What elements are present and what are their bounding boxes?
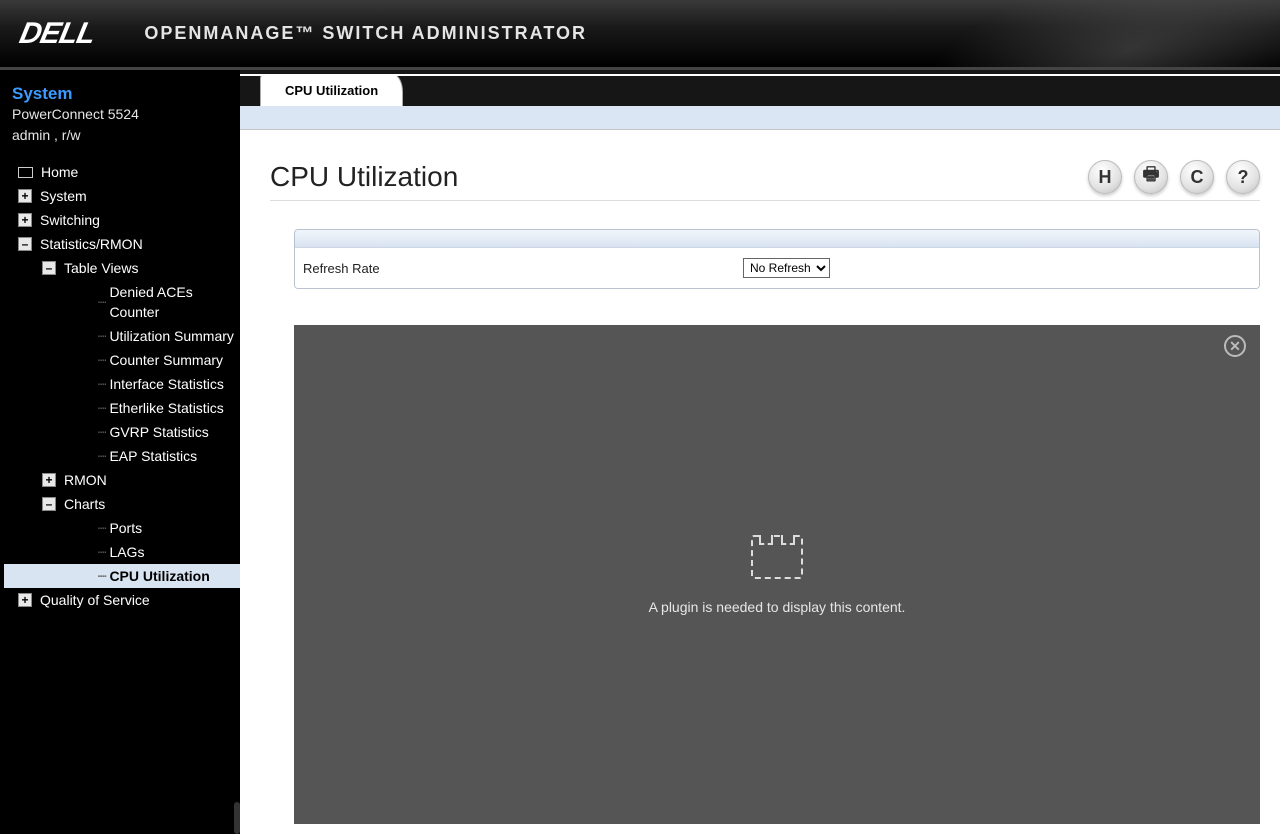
tree-connector: ┈: [98, 374, 105, 394]
sidebar-resizer[interactable]: [234, 802, 240, 834]
toolbar: H 🖶 C ?: [1088, 160, 1260, 194]
sidebar-header: System PowerConnect 5524 admin , r/w: [0, 80, 240, 156]
tree-connector: ┈: [98, 422, 105, 442]
user-role: admin , r/w: [12, 125, 228, 146]
device-model: PowerConnect 5524: [12, 104, 228, 125]
app-header: DELL OPENMANAGE™ SWITCH ADMINISTRATOR: [0, 0, 1280, 70]
help-button[interactable]: ?: [1226, 160, 1260, 194]
save-icon: H: [1099, 167, 1112, 188]
sidebar: System PowerConnect 5524 admin , r/w Hom…: [0, 70, 240, 834]
nav-table-views-label: Table Views: [64, 258, 138, 278]
chart-placeholder: ✕ A plugin is needed to display this con…: [294, 325, 1260, 824]
nav-iface-stats[interactable]: ┈ Interface Statistics: [4, 372, 240, 396]
nav-lags-label: LAGs: [109, 542, 144, 562]
nav-ports[interactable]: ┈ Ports: [4, 516, 240, 540]
panel-header: [295, 230, 1259, 248]
nav-switching[interactable]: + Switching: [4, 208, 240, 232]
print-icon: 🖶: [1143, 162, 1160, 192]
system-label: System: [12, 84, 228, 104]
close-button[interactable]: ✕: [1224, 335, 1246, 357]
help-icon: ?: [1238, 167, 1249, 188]
nav-lags[interactable]: ┈ LAGs: [4, 540, 240, 564]
nav-stats-label: Statistics/RMON: [40, 234, 143, 254]
nav-home[interactable]: Home: [4, 160, 240, 184]
nav-system-label: System: [40, 186, 87, 206]
refresh-rate-select[interactable]: No Refresh: [743, 258, 830, 278]
app-title: OPENMANAGE™ SWITCH ADMINISTRATOR: [144, 23, 587, 44]
home-icon: [18, 167, 33, 178]
tab-cpu-utilization[interactable]: CPU Utilization: [260, 74, 403, 106]
nav-switching-label: Switching: [40, 210, 100, 230]
nav-iface-label: Interface Statistics: [109, 374, 223, 394]
nav-util-summary[interactable]: ┈ Utilization Summary: [4, 324, 240, 348]
nav-util-label: Utilization Summary: [109, 326, 233, 346]
nav-qos-label: Quality of Service: [40, 590, 150, 610]
print-button[interactable]: 🖶: [1134, 160, 1168, 194]
close-icon: ✕: [1229, 338, 1241, 355]
collapse-icon[interactable]: –: [18, 237, 32, 251]
breadcrumb-bar: [240, 106, 1280, 130]
settings-panel: Refresh Rate No Refresh: [294, 229, 1260, 289]
refresh-button[interactable]: C: [1180, 160, 1214, 194]
save-button[interactable]: H: [1088, 160, 1122, 194]
nav-gvrp-label: GVRP Statistics: [109, 422, 208, 442]
nav-tree: Home + System + Switching – Statistics/R…: [0, 156, 240, 612]
expand-icon[interactable]: +: [42, 473, 56, 487]
nav-charts-label: Charts: [64, 494, 105, 514]
tree-connector: ┈: [98, 446, 105, 466]
tree-connector: ┈: [98, 326, 105, 346]
page-title: CPU Utilization: [270, 161, 458, 193]
nav-charts[interactable]: – Charts: [4, 492, 240, 516]
tree-connector: ┈: [98, 292, 105, 312]
nav-counter-summary[interactable]: ┈ Counter Summary: [4, 348, 240, 372]
refresh-rate-label: Refresh Rate: [303, 261, 743, 276]
tree-connector: ┈: [98, 350, 105, 370]
tree-connector: ┈: [98, 566, 105, 586]
plugin-message: A plugin is needed to display this conte…: [649, 599, 906, 615]
nav-ports-label: Ports: [109, 518, 142, 538]
nav-home-label: Home: [41, 162, 78, 182]
nav-eap-label: EAP Statistics: [109, 446, 197, 466]
nav-eap[interactable]: ┈ EAP Statistics: [4, 444, 240, 468]
nav-denied-aces[interactable]: ┈ Denied ACEs Counter: [4, 280, 240, 324]
nav-ether-stats[interactable]: ┈ Etherlike Statistics: [4, 396, 240, 420]
expand-icon[interactable]: +: [18, 593, 32, 607]
nav-denied-label: Denied ACEs Counter: [109, 282, 240, 322]
nav-counter-label: Counter Summary: [109, 350, 223, 370]
tab-bar: CPU Utilization: [240, 70, 1280, 106]
nav-gvrp[interactable]: ┈ GVRP Statistics: [4, 420, 240, 444]
refresh-icon: C: [1191, 167, 1204, 188]
nav-qos[interactable]: + Quality of Service: [4, 588, 240, 612]
nav-cpu-label: CPU Utilization: [109, 566, 209, 586]
tree-connector: ┈: [98, 542, 105, 562]
collapse-icon[interactable]: –: [42, 497, 56, 511]
nav-system[interactable]: + System: [4, 184, 240, 208]
collapse-icon[interactable]: –: [42, 261, 56, 275]
nav-table-views[interactable]: – Table Views: [4, 256, 240, 280]
nav-cpu-utilization[interactable]: ┈ CPU Utilization: [4, 564, 240, 588]
expand-icon[interactable]: +: [18, 189, 32, 203]
nav-ether-label: Etherlike Statistics: [109, 398, 223, 418]
main-content: CPU Utilization CPU Utilization H 🖶 C ? …: [240, 70, 1280, 834]
nav-rmon-label: RMON: [64, 470, 107, 490]
plugin-icon: [751, 535, 803, 579]
expand-icon[interactable]: +: [18, 213, 32, 227]
nav-rmon[interactable]: + RMON: [4, 468, 240, 492]
tree-connector: ┈: [98, 398, 105, 418]
nav-statistics-rmon[interactable]: – Statistics/RMON: [4, 232, 240, 256]
tree-connector: ┈: [98, 518, 105, 538]
dell-logo: DELL: [16, 17, 98, 51]
